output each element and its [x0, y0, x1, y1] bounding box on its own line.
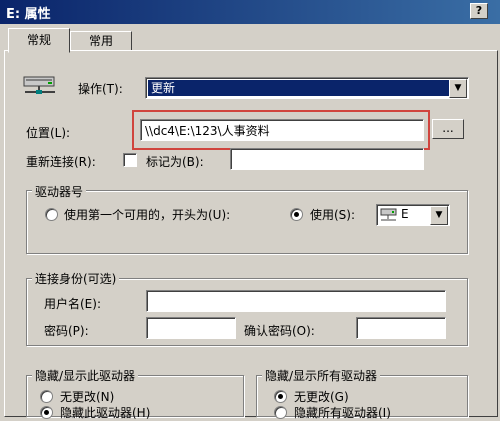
tab-general-label: 常规 [26, 33, 51, 47]
radio-use-letter-label: 使用(S): [310, 208, 356, 222]
label-as-input[interactable] [230, 148, 424, 170]
drive-letter-select[interactable]: E ▼ [376, 204, 450, 226]
action-select[interactable]: 更新 ▼ [145, 77, 469, 99]
radio-all-no-change[interactable] [274, 390, 287, 403]
help-button[interactable]: ? [470, 3, 488, 19]
username-input[interactable] [146, 290, 446, 312]
window-title: E: 属性 [6, 7, 51, 22]
password-label: 密码(P): [44, 324, 89, 338]
tab-general[interactable]: 常规 [8, 28, 70, 53]
browse-button[interactable]: ... [432, 119, 464, 139]
radio-first-available-label: 使用第一个可用的，开头为(U): [64, 208, 231, 222]
radio-all-no-change-label: 无更改(G) [294, 390, 349, 404]
radio-all-hide[interactable] [274, 406, 287, 419]
label-as-label: 标记为(B): [146, 155, 204, 169]
chevron-down-icon[interactable]: ▼ [430, 206, 448, 225]
browse-button-label: ... [442, 121, 454, 135]
radio-this-hide[interactable] [40, 406, 53, 419]
drive-letter-legend: 驱动器号 [32, 183, 87, 200]
confirm-password-label: 确认密码(O): [244, 324, 315, 338]
action-label: 操作(T): [78, 82, 123, 96]
hide-this-drive-legend: 隐藏/显示此驱动器 [32, 367, 139, 384]
radio-this-no-change[interactable] [40, 390, 53, 403]
password-input[interactable] [146, 317, 236, 339]
network-drive-icon [22, 74, 58, 98]
title-bar: E: 属性 ? [0, 0, 500, 24]
tab-common[interactable]: 常用 [70, 31, 132, 52]
action-selected-value: 更新 [148, 80, 449, 96]
connect-as-legend: 连接身份(可选) [32, 270, 120, 287]
tab-common-label: 常用 [88, 34, 113, 48]
chevron-down-icon[interactable]: ▼ [449, 79, 467, 98]
username-label: 用户名(E): [44, 297, 101, 311]
hide-all-drives-legend: 隐藏/显示所有驱动器 [262, 367, 381, 384]
radio-this-hide-label: 隐藏此驱动器(H) [60, 406, 151, 420]
radio-all-hide-label: 隐藏所有驱动器(I) [294, 406, 391, 420]
location-input[interactable]: \\dc4\E:\123\人事资料 [140, 119, 424, 141]
drive-icon [380, 208, 398, 222]
drive-letter-value: E [401, 207, 409, 221]
radio-this-no-change-label: 无更改(N) [60, 390, 115, 404]
location-label: 位置(L): [26, 126, 71, 140]
location-input-value: \\dc4\E:\123\人事资料 [145, 124, 270, 138]
confirm-password-input[interactable] [356, 317, 446, 339]
reconnect-label: 重新连接(R): [26, 155, 96, 169]
radio-use-letter[interactable] [290, 208, 303, 221]
reconnect-checkbox[interactable] [123, 153, 137, 167]
radio-first-available[interactable] [45, 208, 58, 221]
